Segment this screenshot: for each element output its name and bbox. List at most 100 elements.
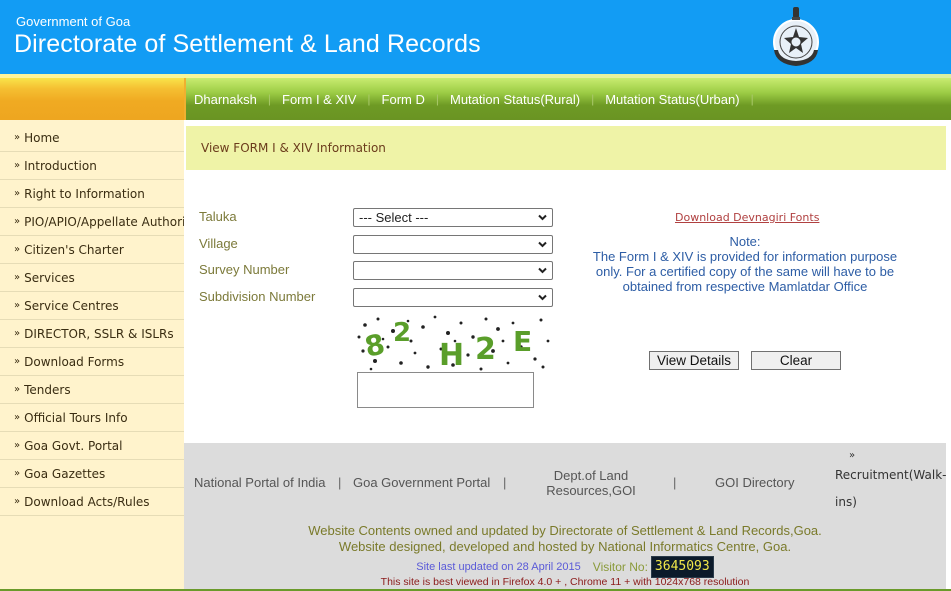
svg-text:2: 2 [475, 332, 496, 367]
designed-line: Website designed, developed and hosted b… [338, 539, 792, 554]
village-label: Village [199, 236, 238, 251]
sidebar-item-label: Tenders [24, 382, 71, 397]
bullet-icon: » [14, 496, 21, 507]
footer-separator: | [503, 475, 507, 490]
government-label: Government of Goa [16, 14, 131, 29]
bullet-icon: » [14, 328, 21, 339]
sidebar-item-label: PIO/APIO/Appellate Authority [24, 214, 198, 229]
subdivision-number-select[interactable] [353, 288, 553, 307]
sidebar-item-label: Goa Govt. Portal [24, 438, 123, 453]
note-title: Note: [729, 234, 761, 249]
village-select[interactable] [353, 235, 553, 254]
sidebar-item-label: Introduction [24, 158, 97, 173]
nav-left-block [0, 78, 184, 120]
footer-update-info: Site last updated on 28 April 2015 Visit… [184, 556, 946, 578]
captcha-char: 8 [362, 327, 388, 363]
bullet-icon: » [14, 300, 21, 311]
captcha-image: 8 2 H 2 E [353, 311, 553, 373]
bullet-icon: » [14, 216, 21, 227]
bullet-icon: » [14, 468, 21, 479]
nav-mutation-rural[interactable]: Mutation Status(Rural) [450, 92, 580, 107]
nav-dharnaksh[interactable]: Dharnaksh [194, 92, 257, 107]
footer-ownership: Website Contents owned and updated by Di… [184, 523, 946, 555]
top-nav: Dharnaksh | Form I & XIV | Form D | Muta… [184, 78, 951, 120]
bullet-icon: » [14, 132, 21, 143]
note-block: Note: The Form I & XIV is provided for i… [590, 234, 900, 294]
sidebar-item-goa-gazettes[interactable]: » Goa Gazettes [0, 460, 184, 488]
survey-number-select[interactable] [353, 261, 553, 280]
sidebar-item-home[interactable]: » Home [0, 124, 184, 152]
footer-link-recruitment[interactable]: » Recruitment(Walk-ins) [835, 446, 947, 516]
sidebar-item-rti[interactable]: » Right to Information [0, 180, 184, 208]
sidebar-item-label: Service Centres [24, 298, 119, 313]
survey-number-label: Survey Number [199, 262, 290, 277]
chevron-down-icon [538, 241, 547, 248]
sidebar-item-service-centres[interactable]: » Service Centres [0, 292, 184, 320]
sidebar-item-label: Goa Gazettes [24, 466, 106, 481]
sidebar-item-introduction[interactable]: » Introduction [0, 152, 184, 180]
captcha-input[interactable] [357, 372, 534, 408]
nav-form-d[interactable]: Form D [382, 92, 425, 107]
owned-line: Website Contents owned and updated by Di… [308, 523, 822, 538]
bullet-icon: » [14, 356, 21, 367]
bullet-icon: » [14, 412, 21, 423]
site-header: Government of Goa Directorate of Settlem… [0, 0, 951, 74]
subdivision-number-label: Subdivision Number [199, 289, 316, 304]
nav-mutation-urban[interactable]: Mutation Status(Urban) [605, 92, 739, 107]
sidebar-item-label: Download Acts/Rules [24, 494, 150, 509]
chevron-down-icon [538, 294, 547, 301]
bullet-icon: » [14, 272, 21, 283]
last-updated-text: Site last updated on 28 April 2015 [416, 561, 581, 573]
note-text: The Form I & XIV is provided for informa… [592, 249, 898, 294]
view-details-button[interactable]: View Details [649, 351, 739, 370]
footer-link-goi-directory[interactable]: GOI Directory [715, 475, 794, 490]
svg-text:E: E [513, 325, 532, 358]
bullet-icon: » [14, 160, 21, 171]
visitor-counter: 3645093 [650, 556, 714, 578]
bullet-icon: » [14, 244, 21, 255]
sidebar-item-citizens-charter[interactable]: » Citizen's Charter [0, 236, 184, 264]
svg-text:2: 2 [393, 318, 411, 348]
chevron-down-icon [538, 214, 547, 221]
sidebar-item-label: Services [24, 270, 75, 285]
sidebar-item-tenders[interactable]: » Tenders [0, 376, 184, 404]
nav-separator: | [367, 92, 371, 106]
visitor-label: Visitor No: [592, 560, 648, 574]
footer-link-national-portal[interactable]: National Portal of India [194, 475, 326, 490]
nav-separator: | [267, 92, 271, 106]
sidebar-item-services[interactable]: » Services [0, 264, 184, 292]
footer-link-goa-portal[interactable]: Goa Government Portal [353, 475, 490, 490]
footer-edge [946, 443, 951, 591]
goa-emblem-icon [773, 7, 819, 66]
sidebar-item-label: Official Tours Info [24, 410, 128, 425]
sidebar-item-label: Home [24, 130, 60, 145]
sidebar-item-label: Right to Information [24, 186, 145, 201]
taluka-select[interactable]: --- Select --- [353, 208, 553, 227]
nav-separator: | [435, 92, 439, 106]
nav-separator: | [591, 92, 595, 106]
sidebar-item-goa-govt-portal[interactable]: » Goa Govt. Portal [0, 432, 184, 460]
download-fonts-link[interactable]: Download Devnagiri Fonts [675, 211, 819, 224]
sidebar-item-label: Download Forms [24, 354, 125, 369]
nav-separator: | [750, 92, 754, 106]
bullet-icon: » [14, 188, 21, 199]
sidebar-item-label: DIRECTOR, SSLR & ISLRs [24, 326, 174, 341]
taluka-label: Taluka [199, 209, 237, 224]
taluka-select-value: --- Select --- [359, 210, 429, 225]
footer-link-dept-land[interactable]: Dept.of Land Resources,GOI [540, 468, 642, 498]
sidebar-item-download-forms[interactable]: » Download Forms [0, 348, 184, 376]
sidebar: » Home » Introduction » Right to Informatio… [0, 120, 197, 591]
nav-form-i-xiv[interactable]: Form I & XIV [282, 92, 356, 107]
sidebar-item-official-tours[interactable]: » Official Tours Info [0, 404, 184, 432]
clear-button[interactable]: Clear [751, 351, 841, 370]
sidebar-item-label: Citizen's Charter [24, 242, 124, 257]
sidebar-item-pio[interactable]: » PIO/APIO/Appellate Authority [0, 208, 197, 236]
sidebar-item-director[interactable]: » DIRECTOR, SSLR & ISLRs [0, 320, 184, 348]
svg-text:H: H [439, 338, 464, 373]
section-title: View FORM I & XIV Information [201, 141, 386, 155]
section-title-bar: View FORM I & XIV Information [186, 126, 946, 170]
site-title: Directorate of Settlement & Land Records [14, 30, 481, 58]
sidebar-item-download-acts[interactable]: » Download Acts/Rules [0, 488, 184, 516]
best-viewed-note: This site is best viewed in Firefox 4.0 … [380, 576, 750, 588]
recruitment-label: Recruitment(Walk-ins) [835, 468, 947, 509]
